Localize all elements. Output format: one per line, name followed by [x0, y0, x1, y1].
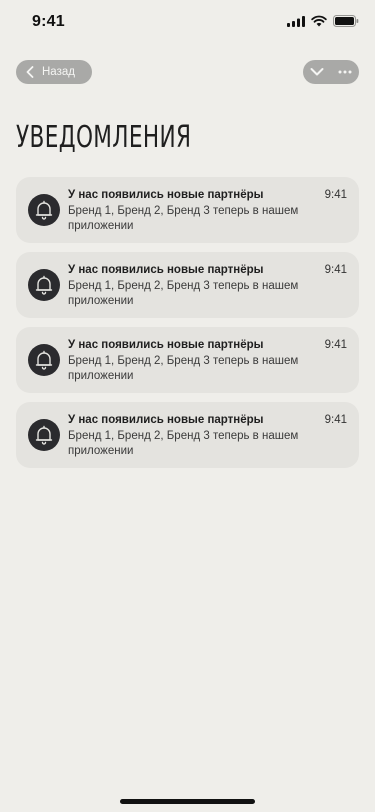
menu-capsule: [303, 60, 359, 84]
notification-icon: [28, 419, 60, 451]
notification-title: У нас появились новые партнёры: [68, 189, 264, 201]
bell-icon: [35, 425, 53, 445]
wifi-icon: [311, 15, 327, 27]
notification-icon: [28, 269, 60, 301]
notification-time: 9:41: [324, 414, 347, 426]
notification-body: Бренд 1, Бренд 2, Бренд 3 теперь в нашем…: [68, 355, 299, 382]
page-title: УВЕДОМЛЕНИЯ: [16, 120, 192, 155]
chevron-left-icon: [26, 66, 34, 78]
status-time: 9:41: [32, 13, 65, 30]
notification-title: У нас появились новые партнёры: [68, 264, 264, 276]
notification-card[interactable]: У нас появились новые партнёры 9:41 Брен…: [16, 327, 359, 393]
notification-list: У нас появились новые партнёры 9:41 Брен…: [16, 177, 359, 477]
notification-icon: [28, 194, 60, 226]
back-button[interactable]: Назад: [16, 60, 92, 84]
notification-title: У нас появились новые партнёры: [68, 339, 264, 351]
more-dots-icon[interactable]: [338, 70, 352, 74]
battery-icon: [333, 15, 359, 27]
top-nav: Назад: [16, 60, 359, 84]
notification-card[interactable]: У нас появились новые партнёры 9:41 Брен…: [16, 402, 359, 468]
notification-icon: [28, 344, 60, 376]
status-icons: [287, 15, 359, 27]
notification-body: Бренд 1, Бренд 2, Бренд 3 теперь в нашем…: [68, 205, 299, 232]
notification-card[interactable]: У нас появились новые партнёры 9:41 Брен…: [16, 252, 359, 318]
notification-time: 9:41: [324, 189, 347, 201]
notification-title: У нас появились новые партнёры: [68, 414, 264, 426]
bell-icon: [35, 275, 53, 295]
notification-body: Бренд 1, Бренд 2, Бренд 3 теперь в нашем…: [68, 430, 299, 457]
bell-icon: [35, 200, 53, 220]
back-label: Назад: [42, 66, 75, 78]
notifications-screen: 9:41 Назад УВЕДОМЛЕНИЯ У нас появились н…: [0, 0, 375, 812]
cellular-signal-icon: [287, 15, 305, 27]
chevron-down-icon[interactable]: [310, 67, 324, 77]
notification-card[interactable]: У нас появились новые партнёры 9:41 Брен…: [16, 177, 359, 243]
bell-icon: [35, 350, 53, 370]
notification-body: Бренд 1, Бренд 2, Бренд 3 теперь в нашем…: [68, 280, 299, 307]
home-indicator[interactable]: [120, 799, 255, 804]
notification-time: 9:41: [324, 264, 347, 276]
status-bar: 9:41: [0, 0, 375, 44]
notification-time: 9:41: [324, 339, 347, 351]
